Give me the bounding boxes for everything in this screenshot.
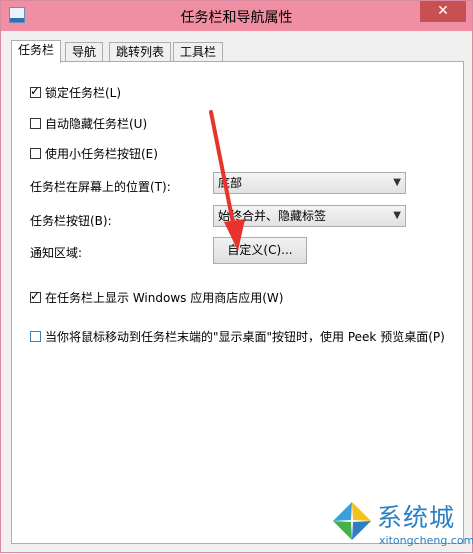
peek-option[interactable]: 当你将鼠标移动到任务栏末端的"显示桌面"按钮时，使用 Peek 预览桌面(P): [30, 328, 445, 345]
check-icon: ✓: [30, 289, 41, 303]
store-apps-option[interactable]: ✓ 在任务栏上显示 Windows 应用商店应用(W): [30, 289, 283, 306]
xitongcheng-logo-icon: [331, 500, 373, 542]
buttons-row: 任务栏按钮(B):: [30, 212, 112, 229]
store-apps-checkbox[interactable]: ✓: [30, 289, 41, 303]
position-label: 任务栏在屏幕上的位置(T):: [30, 180, 171, 194]
chevron-down-icon: ▼: [393, 210, 401, 221]
small-buttons-label: 使用小任务栏按钮(E): [45, 147, 158, 161]
small-buttons-checkbox[interactable]: [30, 148, 41, 159]
watermark-brand: 系统城: [377, 503, 456, 532]
taskbar-buttons-select[interactable]: 始终合并、隐藏标签 ▼: [213, 205, 406, 227]
position-select[interactable]: 底部 ▼: [213, 172, 406, 194]
position-row: 任务栏在屏幕上的位置(T):: [30, 178, 171, 195]
chevron-down-icon: ▼: [393, 177, 401, 188]
tab-toolbars[interactable]: 工具栏: [173, 42, 224, 62]
small-buttons-option[interactable]: 使用小任务栏按钮(E): [30, 145, 158, 162]
tab-navigation[interactable]: 导航: [65, 42, 104, 62]
notification-row: 通知区域:: [30, 244, 82, 261]
close-button[interactable]: ✕: [420, 1, 466, 22]
watermark-domain: xitongcheng.com: [379, 534, 473, 547]
lock-taskbar-option[interactable]: ✓ 锁定任务栏(L): [30, 84, 121, 101]
taskbar-buttons-value: 始终合并、隐藏标签: [218, 209, 327, 223]
properties-window: 任务栏和导航属性 ✕ 任务栏 导航 跳转列表 工具栏 ✓ 锁定任务栏(L) 自动…: [0, 0, 473, 553]
peek-checkbox[interactable]: [30, 331, 41, 342]
check-icon: ✓: [30, 84, 41, 98]
customize-button[interactable]: 自定义(C)...: [213, 237, 307, 264]
notification-label: 通知区域:: [30, 246, 83, 260]
watermark: 系统城 xitongcheng.com: [327, 496, 473, 552]
auto-hide-checkbox[interactable]: [30, 118, 41, 129]
auto-hide-label: 自动隐藏任务栏(U): [45, 117, 148, 131]
peek-label: 当你将鼠标移动到任务栏末端的"显示桌面"按钮时，使用 Peek 预览桌面(P): [45, 330, 445, 344]
title-bar[interactable]: 任务栏和导航属性 ✕: [1, 1, 472, 31]
auto-hide-option[interactable]: 自动隐藏任务栏(U): [30, 115, 147, 132]
lock-taskbar-label: 锁定任务栏(L): [45, 86, 122, 100]
window-title: 任务栏和导航属性: [180, 10, 293, 26]
tab-taskbar[interactable]: 任务栏: [11, 40, 62, 63]
tab-jump-lists[interactable]: 跳转列表: [109, 42, 172, 62]
taskbar-buttons-label: 任务栏按钮(B):: [30, 214, 112, 228]
position-value: 底部: [218, 176, 243, 190]
store-apps-label: 在任务栏上显示 Windows 应用商店应用(W): [45, 291, 284, 305]
lock-taskbar-checkbox[interactable]: ✓: [30, 84, 41, 98]
